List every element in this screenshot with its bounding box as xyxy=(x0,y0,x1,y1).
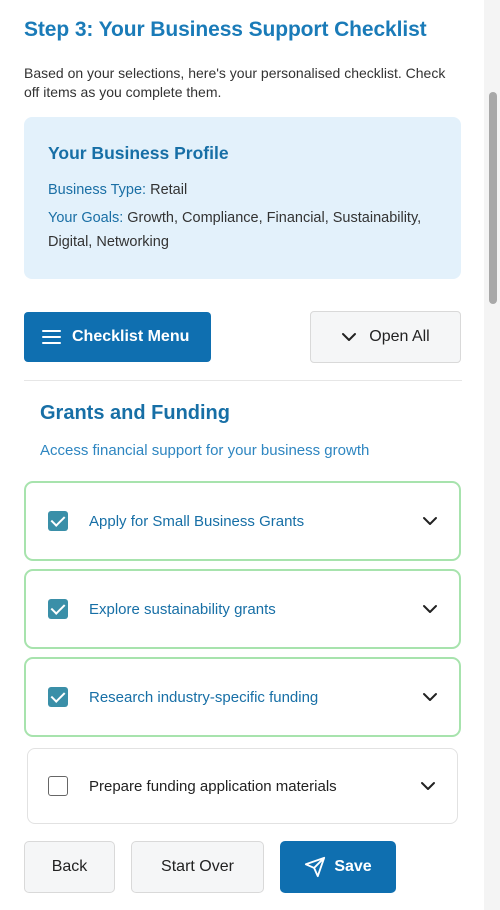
checklist-item[interactable]: Apply for Small Business Grants xyxy=(24,481,461,561)
chevron-down-icon[interactable] xyxy=(415,682,445,712)
checklist-item-label: Explore sustainability grants xyxy=(89,600,276,618)
checkbox-empty-icon[interactable] xyxy=(48,776,68,796)
checklist-item[interactable]: Research industry-specific funding xyxy=(24,657,461,737)
scrollbar-thumb[interactable] xyxy=(489,92,497,304)
grants-funding-section: Grants and Funding Access financial supp… xyxy=(24,380,462,830)
hamburger-icon xyxy=(42,330,61,344)
back-button[interactable]: Back xyxy=(24,841,115,893)
chevron-down-icon[interactable] xyxy=(415,594,445,624)
section-description: Access financial support for your busine… xyxy=(40,442,370,459)
business-type-label: Business Type: xyxy=(48,182,147,198)
save-label: Save xyxy=(334,858,372,875)
checklist-menu-label: Checklist Menu xyxy=(72,328,190,345)
chevron-down-icon[interactable] xyxy=(415,506,445,536)
send-icon xyxy=(305,856,326,878)
checklist-item-label: Research industry-specific funding xyxy=(89,688,319,706)
open-all-button[interactable]: Open All xyxy=(310,311,461,363)
start-over-button[interactable]: Start Over xyxy=(131,841,264,893)
goals-row: Your Goals: Growth, Compliance, Financia… xyxy=(48,206,437,254)
business-type-row: Business Type: Retail xyxy=(48,178,437,202)
intro-text: Based on your selections, here's your pe… xyxy=(24,65,446,100)
open-all-label: Open All xyxy=(369,328,430,345)
chevron-down-icon xyxy=(342,333,357,341)
checkbox-checked-icon[interactable] xyxy=(48,599,68,619)
section-title: Grants and Funding xyxy=(40,402,230,424)
page-title: Step 3: Your Business Support Checklist xyxy=(24,18,427,41)
save-button[interactable]: Save xyxy=(280,841,396,893)
checklist-page: Step 3: Your Business Support Checklist … xyxy=(0,0,484,910)
business-profile-card: Your Business Profile Business Type: Ret… xyxy=(24,117,461,279)
checkbox-checked-icon[interactable] xyxy=(48,687,68,707)
profile-title: Your Business Profile xyxy=(48,143,229,163)
scrollbar-track[interactable] xyxy=(484,0,500,910)
checklist-item-label: Prepare funding application materials xyxy=(89,777,337,795)
business-type-value: Retail xyxy=(150,182,188,198)
chevron-down-icon[interactable] xyxy=(413,771,443,801)
checklist-item[interactable]: Prepare funding application materials xyxy=(27,748,458,824)
checklist-item-label: Apply for Small Business Grants xyxy=(89,512,305,530)
goals-label: Your Goals: xyxy=(48,210,124,226)
checkbox-checked-icon[interactable] xyxy=(48,511,68,531)
checklist-item[interactable]: Explore sustainability grants xyxy=(24,569,461,649)
checklist-menu-button[interactable]: Checklist Menu xyxy=(24,312,211,362)
